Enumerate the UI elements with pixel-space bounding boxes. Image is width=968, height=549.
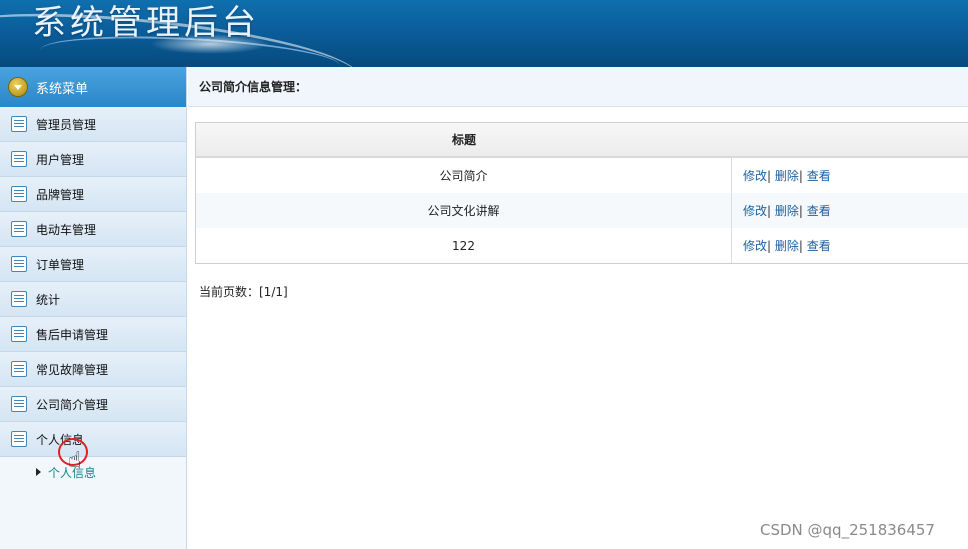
sidebar: 系统菜单 管理员管理 用户管理 品牌管理 电动车管理 订单管理 统计 售后申请管… <box>0 67 187 549</box>
table-row: 122 修改| 删除| 查看 <box>196 228 968 263</box>
sidebar-header[interactable]: 系统菜单 <box>0 67 186 107</box>
list-icon <box>11 221 27 237</box>
sidebar-item-label: 统计 <box>36 292 61 307</box>
sidebar-item-after-sales[interactable]: 售后申请管理 <box>0 317 186 352</box>
list-icon <box>11 431 27 447</box>
list-icon <box>11 291 27 307</box>
sidebar-item-label: 电动车管理 <box>36 222 97 237</box>
sidebar-item-label: 公司简介管理 <box>36 397 109 412</box>
edit-link[interactable]: 修改 <box>743 169 767 183</box>
sidebar-item-brands[interactable]: 品牌管理 <box>0 177 186 212</box>
list-icon <box>11 186 27 202</box>
watermark: CSDN @qq_251836457 <box>760 521 935 539</box>
sidebar-item-users[interactable]: 用户管理 <box>0 142 186 177</box>
list-icon <box>11 396 27 412</box>
submenu-item-profile[interactable]: 个人信息 <box>0 457 186 487</box>
row-actions: 修改| 删除| 查看 <box>743 239 831 253</box>
sidebar-item-label: 售后申请管理 <box>36 327 109 342</box>
list-icon <box>11 326 27 342</box>
table-row: 公司简介 修改| 删除| 查看 <box>196 158 968 193</box>
row-actions: 修改| 删除| 查看 <box>743 204 831 218</box>
app-title: 系统管理后台 <box>32 3 260 43</box>
row-title: 122 <box>196 228 732 263</box>
view-link[interactable]: 查看 <box>807 169 831 183</box>
edit-link[interactable]: 修改 <box>743 204 767 218</box>
arrow-right-icon <box>36 468 41 476</box>
view-link[interactable]: 查看 <box>807 204 831 218</box>
sidebar-item-profile[interactable]: 个人信息 <box>0 422 186 457</box>
sidebar-item-statistics[interactable]: 统计 <box>0 282 186 317</box>
sidebar-item-label: 订单管理 <box>36 257 85 272</box>
table-header: 标题 <box>196 123 968 158</box>
row-actions: 修改| 删除| 查看 <box>743 169 831 183</box>
data-table: 标题 公司简介 修改| 删除| 查看 公司文化讲解 修改| 删除| 查看 122… <box>195 122 968 264</box>
column-header-title: 标题 <box>451 133 476 147</box>
list-icon <box>11 361 27 377</box>
list-icon <box>11 256 27 272</box>
sidebar-item-company-intro[interactable]: 公司简介管理 <box>0 387 186 422</box>
row-title: 公司简介 <box>196 158 732 193</box>
sidebar-item-admin[interactable]: 管理员管理 <box>0 107 186 142</box>
main-content: 公司简介信息管理： 标题 公司简介 修改| 删除| 查看 公司文化讲解 修改| … <box>188 67 968 549</box>
view-link[interactable]: 查看 <box>807 239 831 253</box>
app-header: 系统管理后台 <box>0 0 968 67</box>
edit-link[interactable]: 修改 <box>743 239 767 253</box>
page-title: 公司简介信息管理： <box>188 67 968 107</box>
sidebar-item-label: 管理员管理 <box>36 117 97 132</box>
sidebar-item-label: 品牌管理 <box>36 187 85 202</box>
list-icon <box>11 116 27 132</box>
sidebar-item-label: 常见故障管理 <box>36 362 109 377</box>
delete-link[interactable]: 删除 <box>775 169 799 183</box>
delete-link[interactable]: 删除 <box>775 239 799 253</box>
sidebar-item-label: 用户管理 <box>36 152 85 167</box>
pagination-info: 当前页数：[1/1] <box>199 285 288 299</box>
collapse-icon <box>8 77 28 97</box>
sidebar-item-orders[interactable]: 订单管理 <box>0 247 186 282</box>
delete-link[interactable]: 删除 <box>775 204 799 218</box>
table-row: 公司文化讲解 修改| 删除| 查看 <box>196 193 968 228</box>
sidebar-item-ebikes[interactable]: 电动车管理 <box>0 212 186 247</box>
sidebar-header-label: 系统菜单 <box>36 81 89 97</box>
list-icon <box>11 151 27 167</box>
row-title: 公司文化讲解 <box>196 193 732 228</box>
hand-cursor-icon: ☝ <box>68 448 82 473</box>
sidebar-item-faults[interactable]: 常见故障管理 <box>0 352 186 387</box>
